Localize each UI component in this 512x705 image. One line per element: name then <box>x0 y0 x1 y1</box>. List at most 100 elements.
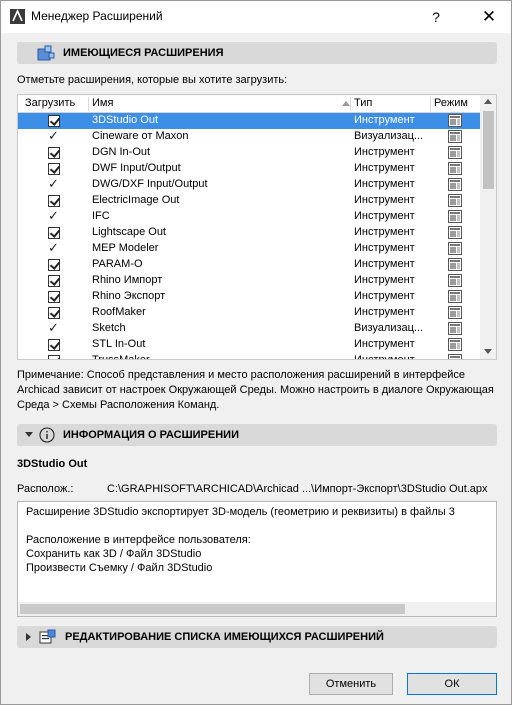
scroll-down-icon[interactable] <box>484 349 492 354</box>
description-line: Произвести Съемку / Файл 3DStudio <box>26 562 213 574</box>
extension-type-cell: Визуализац... <box>354 322 424 334</box>
load-checkbox[interactable] <box>48 259 60 271</box>
checkmark-icon[interactable]: ✓ <box>48 209 59 223</box>
extension-type-cell: Инструмент <box>354 162 415 174</box>
mode-icon[interactable] <box>448 242 462 255</box>
table-vertical-scrollbar[interactable] <box>480 95 496 359</box>
mode-icon[interactable] <box>448 290 462 303</box>
table-row[interactable]: 3DStudio Out Инструмент <box>18 113 480 129</box>
extension-type-cell: Инструмент <box>354 210 415 222</box>
window-title: Менеджер Расширений <box>31 9 163 23</box>
description-horizontal-scrollbar[interactable] <box>18 602 496 616</box>
table-row[interactable]: ✓ DWG/DXF Input/Output Инструмент <box>18 177 480 193</box>
load-checkbox[interactable] <box>48 275 60 287</box>
mode-icon[interactable] <box>448 322 462 335</box>
table-row[interactable]: STL In-Out Инструмент <box>18 337 480 353</box>
extension-name-cell: Lightscape Out <box>92 226 166 238</box>
table-row[interactable]: Rhino Импорт Инструмент <box>18 273 480 289</box>
extension-type-cell: Инструмент <box>354 146 415 158</box>
checkmark-icon[interactable]: ✓ <box>48 241 59 255</box>
extension-type-cell: Визуализац... <box>354 130 424 142</box>
table-header: Загрузить Имя Тип Режим <box>18 95 480 113</box>
title-bar: Менеджер Расширений ? ✕ <box>1 1 511 33</box>
scroll-up-icon[interactable] <box>484 99 492 104</box>
extension-name-cell: PARAM-O <box>92 258 143 270</box>
close-button[interactable]: ✕ <box>475 5 503 29</box>
table-row[interactable]: ElectricImage Out Инструмент <box>18 193 480 209</box>
sort-ascending-icon <box>342 101 350 106</box>
mode-icon[interactable] <box>448 274 462 287</box>
load-checkbox[interactable] <box>48 227 60 239</box>
table-row[interactable]: ✓ Sketch Визуализац... <box>18 321 480 337</box>
mode-icon[interactable] <box>448 210 462 223</box>
mode-icon[interactable] <box>448 306 462 319</box>
extension-type-cell: Инструмент <box>354 242 415 254</box>
description-line: Расположение в интерфейсе пользователя: <box>26 534 251 546</box>
table-row[interactable]: Rhino Экспорт Инструмент <box>18 289 480 305</box>
extension-name-cell: DGN In-Out <box>92 146 151 158</box>
load-checkbox[interactable] <box>48 195 60 207</box>
ok-button[interactable]: ОК <box>407 673 497 695</box>
table-row[interactable]: ✓ MEP Modeler Инструмент <box>18 241 480 257</box>
table-row[interactable]: Lightscape Out Инструмент <box>18 225 480 241</box>
extension-type-cell: Инструмент <box>354 178 415 190</box>
load-checkbox[interactable] <box>48 307 60 319</box>
table-row[interactable]: ✓ Cineware от Maxon Визуализац... <box>18 129 480 145</box>
scroll-thumb[interactable] <box>20 604 405 614</box>
load-checkbox[interactable] <box>48 163 60 175</box>
mode-icon[interactable] <box>448 194 462 207</box>
extensions-list: 3DStudio Out Инструмент ✓ Cineware от Maxon… <box>18 113 480 360</box>
description-textbox[interactable]: Расширение 3DStudio экспортирует 3D-моде… <box>17 501 497 617</box>
cancel-button[interactable]: Отменить <box>309 673 393 695</box>
load-checkbox[interactable] <box>48 147 60 159</box>
column-load[interactable]: Загрузить <box>25 97 75 109</box>
extension-type-cell: Инструмент <box>354 114 415 126</box>
extension-name-cell: ElectricImage Out <box>92 194 180 206</box>
extension-name-cell: DWG/DXF Input/Output <box>92 178 208 190</box>
extension-name-cell: DWF Input/Output <box>92 162 181 174</box>
table-row[interactable]: RoofMaker Инструмент <box>18 305 480 321</box>
mode-icon[interactable] <box>448 114 462 127</box>
table-row[interactable]: DGN In-Out Инструмент <box>18 145 480 161</box>
extension-name-cell: RoofMaker <box>92 306 146 318</box>
puzzle-icon <box>37 45 55 61</box>
extension-name-cell: TrussMaker <box>92 354 150 360</box>
mode-icon[interactable] <box>448 178 462 191</box>
extension-type-cell: Инструмент <box>354 194 415 206</box>
mode-icon[interactable] <box>448 226 462 239</box>
extension-name-cell: Rhino Экспорт <box>92 290 166 302</box>
available-extensions-header[interactable]: ИМЕЮЩИЕСЯ РАСШИРЕНИЯ <box>17 42 497 64</box>
column-mode[interactable]: Режим <box>434 97 468 109</box>
column-name[interactable]: Имя <box>92 97 113 109</box>
column-type[interactable]: Тип <box>354 97 372 109</box>
location-value: C:\GRAPHISOFT\ARCHICAD\Archicad ...\Импо… <box>107 483 488 495</box>
table-row[interactable]: ✓ IFC Инструмент <box>18 209 480 225</box>
checkmark-icon[interactable]: ✓ <box>48 321 59 335</box>
extension-name-cell: STL In-Out <box>92 338 146 350</box>
table-row[interactable]: TrussMaker Инструмент <box>18 353 480 360</box>
scroll-thumb[interactable] <box>483 111 494 189</box>
extension-info-title: ИНФОРМАЦИЯ О РАСШИРЕНИИ <box>63 429 239 441</box>
help-button[interactable]: ? <box>425 6 447 28</box>
edit-list-header[interactable]: РЕДАКТИРОВАНИЕ СПИСКА ИМЕЮЩИХСЯ РАСШИРЕН… <box>17 626 497 648</box>
load-checkbox[interactable] <box>48 291 60 303</box>
extension-info-header[interactable]: ИНФОРМАЦИЯ О РАСШИРЕНИИ <box>17 424 497 446</box>
mode-icon[interactable] <box>448 258 462 271</box>
checkmark-icon[interactable]: ✓ <box>48 177 59 191</box>
load-checkbox[interactable] <box>48 355 60 359</box>
extension-type-cell: Инструмент <box>354 306 415 318</box>
mode-icon[interactable] <box>448 146 462 159</box>
mode-icon[interactable] <box>448 130 462 143</box>
mode-icon[interactable] <box>448 338 462 351</box>
load-checkbox[interactable] <box>48 115 60 127</box>
mode-icon[interactable] <box>448 162 462 175</box>
archicad-app-icon <box>10 9 25 24</box>
load-checkbox[interactable] <box>48 339 60 351</box>
table-row[interactable]: PARAM-O Инструмент <box>18 257 480 273</box>
checkmark-icon[interactable]: ✓ <box>48 129 59 143</box>
mode-icon[interactable] <box>448 354 462 360</box>
table-row[interactable]: DWF Input/Output Инструмент <box>18 161 480 177</box>
edit-list-icon <box>39 629 56 644</box>
extension-type-cell: Инструмент <box>354 354 415 360</box>
extension-type-cell: Инструмент <box>354 338 415 350</box>
